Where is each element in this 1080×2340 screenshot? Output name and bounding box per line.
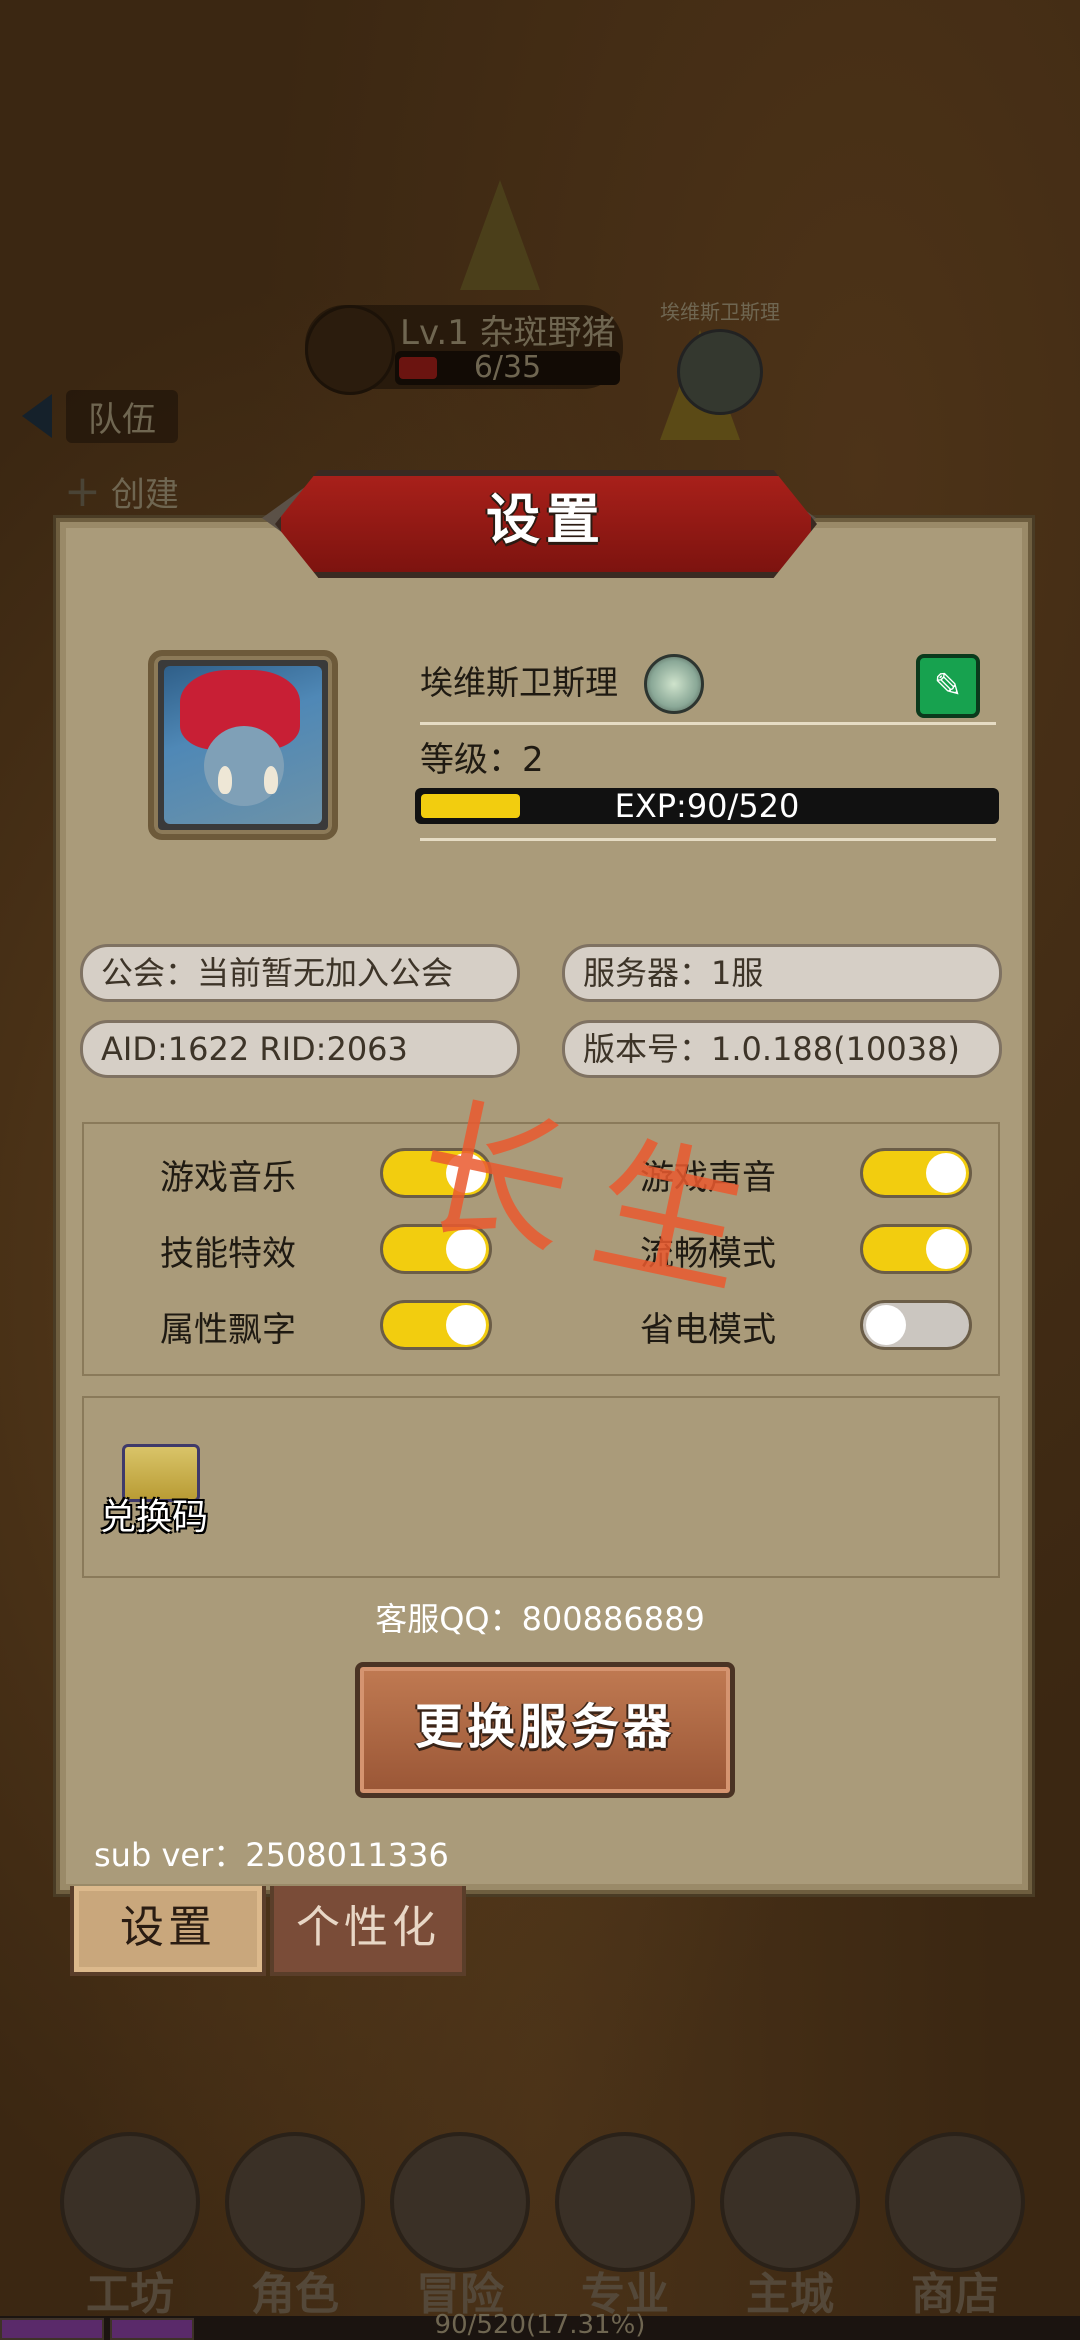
owl-icon bbox=[677, 329, 763, 415]
smooth-mode-toggle[interactable] bbox=[860, 1224, 972, 1274]
character-icon bbox=[225, 2132, 365, 2272]
tab-personalize[interactable]: 个性化 bbox=[270, 1886, 466, 1976]
guild-info: 公会：当前暂无加入公会 bbox=[80, 944, 520, 1002]
redeem-code-button[interactable]: 兑换码 bbox=[100, 1488, 208, 1540]
nav-workshop[interactable]: 工坊 bbox=[55, 2120, 205, 2320]
owl-badge-icon[interactable] bbox=[644, 654, 704, 714]
troll-avatar-icon bbox=[164, 666, 322, 824]
sub-version: sub ver：2508011336 bbox=[94, 1836, 449, 1874]
team-label: 队伍 bbox=[66, 389, 178, 443]
workshop-icon bbox=[60, 2132, 200, 2272]
monster-hp-text: 6/35 bbox=[473, 350, 542, 385]
team-button[interactable]: 队伍 bbox=[22, 389, 178, 443]
profession-icon bbox=[555, 2132, 695, 2272]
nav-shop[interactable]: 商店 bbox=[880, 2120, 1030, 2320]
toggle-label-floating-text: 属性飘字 bbox=[160, 1310, 296, 1350]
floating-text-toggle[interactable] bbox=[380, 1300, 492, 1350]
monster-hp-bar: 6/35 bbox=[395, 351, 620, 385]
bottom-nav: 工坊 角色 冒险 专业 主城 商店 bbox=[0, 2120, 1080, 2320]
create-team-button[interactable]: + 创建 bbox=[64, 466, 179, 517]
cart-icon bbox=[885, 2132, 1025, 2272]
avatar[interactable] bbox=[148, 650, 338, 840]
exp-text: EXP:90/520 bbox=[614, 787, 800, 825]
plus-icon: + bbox=[64, 466, 101, 517]
player-name: 埃维斯卫斯理 bbox=[420, 663, 618, 702]
server-info: 服务器：1服 bbox=[562, 944, 1002, 1002]
change-server-button[interactable]: 更换服务器 bbox=[355, 1662, 735, 1798]
player-marker-name: 埃维斯卫斯理 bbox=[660, 300, 780, 324]
game-sound-toggle[interactable] bbox=[860, 1148, 972, 1198]
player-marker: 埃维斯卫斯理 bbox=[620, 296, 820, 415]
nav-main-city[interactable]: 主城 bbox=[715, 2120, 865, 2320]
nav-adventure[interactable]: 冒险 bbox=[385, 2120, 535, 2320]
monster-banner[interactable]: Lv.1 杂斑野猪 6/35 bbox=[305, 305, 623, 395]
toggle-label-game-music: 游戏音乐 bbox=[160, 1158, 296, 1198]
power-saving-toggle[interactable] bbox=[860, 1300, 972, 1350]
support-qq: 客服QQ：800886889 bbox=[375, 1600, 705, 1638]
create-label: 创建 bbox=[110, 475, 179, 515]
bottom-exp-text: 90/520(17.31%) bbox=[434, 2310, 646, 2340]
castle-icon bbox=[720, 2132, 860, 2272]
monster-name: Lv.1 杂斑野猪 bbox=[400, 313, 616, 353]
pencil-icon: ✎ bbox=[933, 666, 963, 706]
redeem-section bbox=[82, 1396, 1000, 1578]
collapse-arrow-icon bbox=[22, 394, 52, 438]
edit-name-button[interactable]: ✎ bbox=[916, 654, 980, 718]
tree-icon bbox=[460, 180, 540, 290]
tab-settings[interactable]: 设置 bbox=[70, 1886, 266, 1976]
toggle-label-skill-effects: 技能特效 bbox=[160, 1234, 296, 1274]
exp-bar: EXP:90/520 bbox=[415, 788, 999, 824]
version-info: 版本号：1.0.188(10038) bbox=[562, 1020, 1002, 1078]
map-icon bbox=[390, 2132, 530, 2272]
nav-character[interactable]: 角色 bbox=[220, 2120, 370, 2320]
divider bbox=[420, 722, 996, 725]
boar-icon bbox=[305, 305, 395, 395]
panel-title: 设置 bbox=[486, 488, 606, 551]
player-level: 等级：2 bbox=[420, 740, 544, 780]
nav-profession[interactable]: 专业 bbox=[550, 2120, 700, 2320]
divider bbox=[420, 838, 996, 841]
